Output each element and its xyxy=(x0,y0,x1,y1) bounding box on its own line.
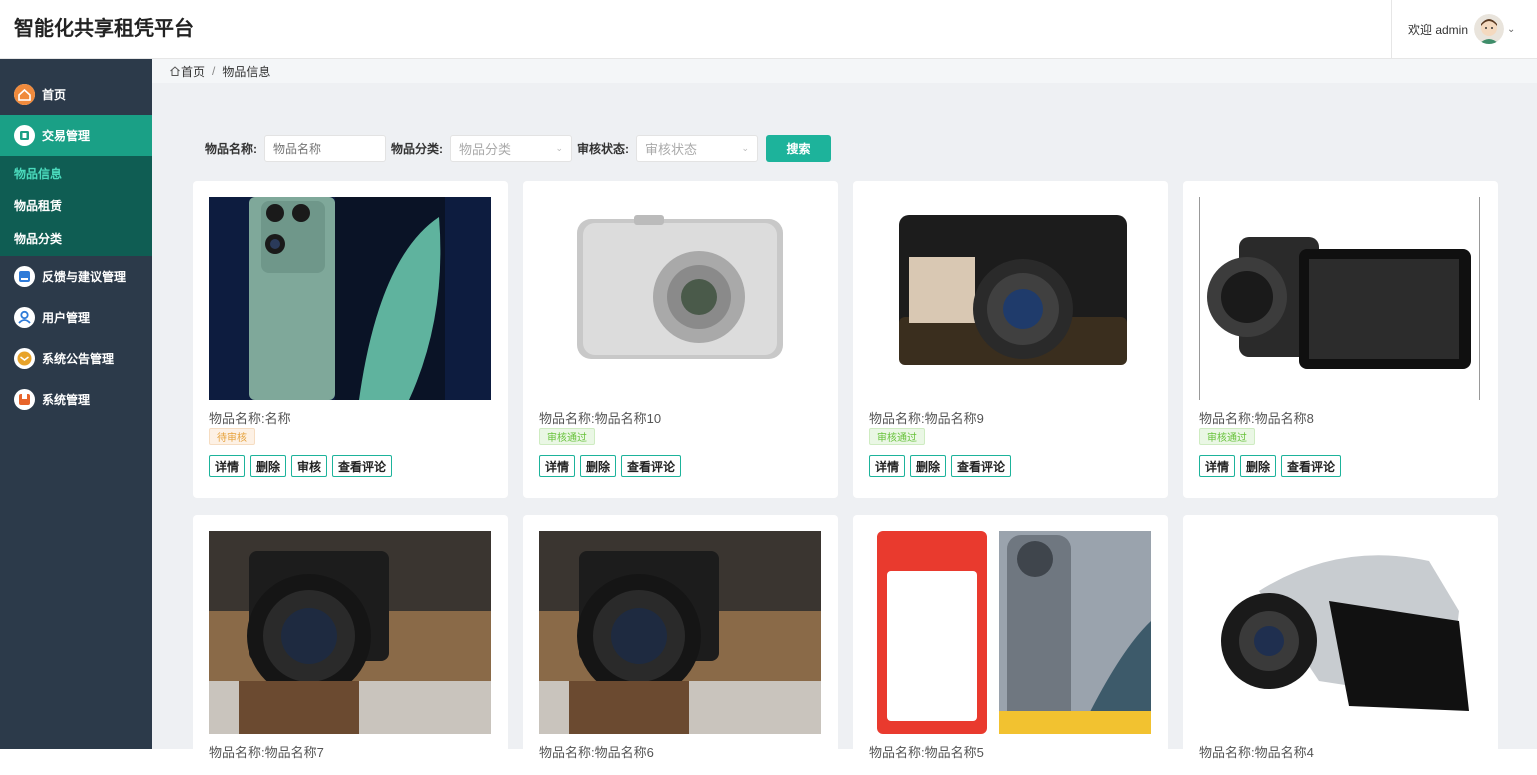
camcorder-image xyxy=(1199,197,1481,400)
samsung-camera-image xyxy=(869,197,1151,400)
name-label: 物品名称: xyxy=(205,142,257,156)
view-comments-button[interactable]: 查看评论 xyxy=(621,455,682,477)
item-card[interactable]: 物品名称:物品名称5 xyxy=(853,515,1168,775)
status-badge: 审核通过 xyxy=(539,428,595,445)
status-select[interactable]: 审核状态 ⌄ xyxy=(636,135,758,162)
breadcrumb-separator: / xyxy=(212,64,216,78)
app-title: 智能化共享租凭平台 xyxy=(14,18,194,40)
item-name: 物品名称:物品名称6 xyxy=(539,745,654,760)
avatar[interactable] xyxy=(1474,14,1505,44)
notice-icon xyxy=(14,347,35,369)
search-bar: 物品名称: 物品分类: 物品分类 ⌄ 审核状态: 审核状态 ⌄ 搜索 xyxy=(205,135,831,162)
breadcrumb: 首页 / 物品信息 xyxy=(152,59,1537,83)
canon-dslr-image xyxy=(209,531,491,734)
chevron-down-icon[interactable]: ⌄ xyxy=(1507,24,1515,35)
sidebar-item-label: 用户管理 xyxy=(42,310,91,325)
category-placeholder: 物品分类 xyxy=(459,142,512,157)
user-greeting: 欢迎 admin xyxy=(1408,22,1469,37)
sidebar-subitem-item-category[interactable]: 物品分类 xyxy=(0,222,152,255)
status-badge: 待审核 xyxy=(209,428,255,445)
search-button[interactable]: 搜索 xyxy=(766,135,831,162)
category-select[interactable]: 物品分类 ⌄ xyxy=(450,135,572,162)
sidebar-subitem-item-rental[interactable]: 物品租赁 xyxy=(0,190,152,223)
card-actions: 详情 删除 查看评论 xyxy=(869,455,1012,477)
delete-button[interactable]: 删除 xyxy=(250,455,287,477)
category-label: 物品分类: xyxy=(391,142,443,156)
status-badge: 审核通过 xyxy=(1199,428,1255,445)
card-actions: 详情 删除 查看评论 xyxy=(1199,455,1342,477)
feedback-icon xyxy=(14,265,35,287)
sidebar-item-home[interactable]: 首页 xyxy=(0,74,152,115)
delete-button[interactable]: 删除 xyxy=(910,455,947,477)
chevron-down-icon: ⌄ xyxy=(555,143,563,153)
item-name: 物品名称:物品名称5 xyxy=(869,745,984,760)
top-bar: 智能化共享租凭平台 欢迎 admin ⌄ xyxy=(0,0,1537,59)
home-icon[interactable] xyxy=(169,65,181,77)
item-card[interactable]: 物品名称:物品名称7 xyxy=(193,515,508,775)
canon-dslr-image xyxy=(539,531,821,734)
submenu: 物品信息 物品租赁 物品分类 xyxy=(0,156,152,256)
sidebar: 首页 交易管理 物品信息 物品租赁 物品分类 反馈与建议管理 用户管理 系统公告… xyxy=(0,59,152,749)
item-name: 物品名称:物品名称8 xyxy=(1199,411,1314,426)
view-comments-button[interactable]: 查看评论 xyxy=(1281,455,1342,477)
view-comments-button[interactable]: 查看评论 xyxy=(332,455,393,477)
phone-image xyxy=(209,197,491,400)
detail-button[interactable]: 详情 xyxy=(539,455,576,477)
status-badge: 审核通过 xyxy=(869,428,925,445)
item-card[interactable]: 物品名称:物品名称10 审核通过 详情 删除 查看评论 xyxy=(523,181,838,498)
sidebar-item-system[interactable]: 系统管理 xyxy=(0,379,152,420)
item-card[interactable]: 物品名称:名称 待审核 详情 删除 审核 查看评论 xyxy=(193,181,508,498)
detail-button[interactable]: 详情 xyxy=(1199,455,1236,477)
oneplus-phone-image xyxy=(869,531,1151,734)
home-icon xyxy=(14,84,35,105)
detail-button[interactable]: 详情 xyxy=(209,455,246,477)
user-menu[interactable]: 欢迎 admin ⌄ xyxy=(1391,0,1537,58)
item-name: 物品名称:物品名称10 xyxy=(539,411,662,426)
item-card[interactable]: 物品名称:物品名称6 xyxy=(523,515,838,775)
review-button[interactable]: 审核 xyxy=(291,455,328,477)
sidebar-item-users[interactable]: 用户管理 xyxy=(0,297,152,338)
breadcrumb-home[interactable]: 首页 xyxy=(181,63,205,80)
main-content: 首页 / 物品信息 物品名称: 物品分类: 物品分类 ⌄ 审核状态: 审核状态 … xyxy=(152,59,1537,775)
wallet-icon xyxy=(14,125,35,146)
item-card[interactable]: 物品名称:物品名称4 xyxy=(1183,515,1498,775)
status-placeholder: 审核状态 xyxy=(645,142,698,157)
card-actions: 详情 删除 审核 查看评论 xyxy=(209,455,393,477)
item-card[interactable]: 物品名称:物品名称9 审核通过 详情 删除 查看评论 xyxy=(853,181,1168,498)
sony-camera-image xyxy=(539,197,821,400)
item-name: 物品名称:名称 xyxy=(209,411,291,426)
sidebar-item-transactions[interactable]: 交易管理 xyxy=(0,115,152,156)
sidebar-item-feedback[interactable]: 反馈与建议管理 xyxy=(0,256,152,297)
breadcrumb-current: 物品信息 xyxy=(222,64,271,79)
sidebar-item-notices[interactable]: 系统公告管理 xyxy=(0,338,152,379)
sidebar-item-label: 交易管理 xyxy=(42,129,91,143)
delete-button[interactable]: 删除 xyxy=(580,455,617,477)
status-label: 审核状态: xyxy=(577,142,629,156)
item-name: 物品名称:物品名称9 xyxy=(869,411,984,426)
sidebar-item-label: 系统公告管理 xyxy=(42,351,115,366)
view-comments-button[interactable]: 查看评论 xyxy=(951,455,1012,477)
item-card[interactable]: 物品名称:物品名称8 审核通过 详情 删除 查看评论 xyxy=(1183,181,1498,498)
detail-button[interactable]: 详情 xyxy=(869,455,906,477)
name-search-input[interactable] xyxy=(264,135,386,162)
sidebar-item-label: 首页 xyxy=(42,88,67,102)
sidebar-subitem-item-info[interactable]: 物品信息 xyxy=(0,157,152,190)
card-actions: 详情 删除 查看评论 xyxy=(539,455,682,477)
item-name: 物品名称:物品名称4 xyxy=(1199,745,1314,760)
user-icon xyxy=(14,306,35,328)
settings-icon xyxy=(14,388,35,410)
sidebar-item-label: 反馈与建议管理 xyxy=(42,269,127,284)
item-name: 物品名称:物品名称7 xyxy=(209,745,324,760)
sidebar-item-label: 系统管理 xyxy=(42,392,91,407)
samsung-camcorder-image xyxy=(1199,531,1481,734)
delete-button[interactable]: 删除 xyxy=(1240,455,1277,477)
chevron-down-icon: ⌄ xyxy=(741,143,749,153)
